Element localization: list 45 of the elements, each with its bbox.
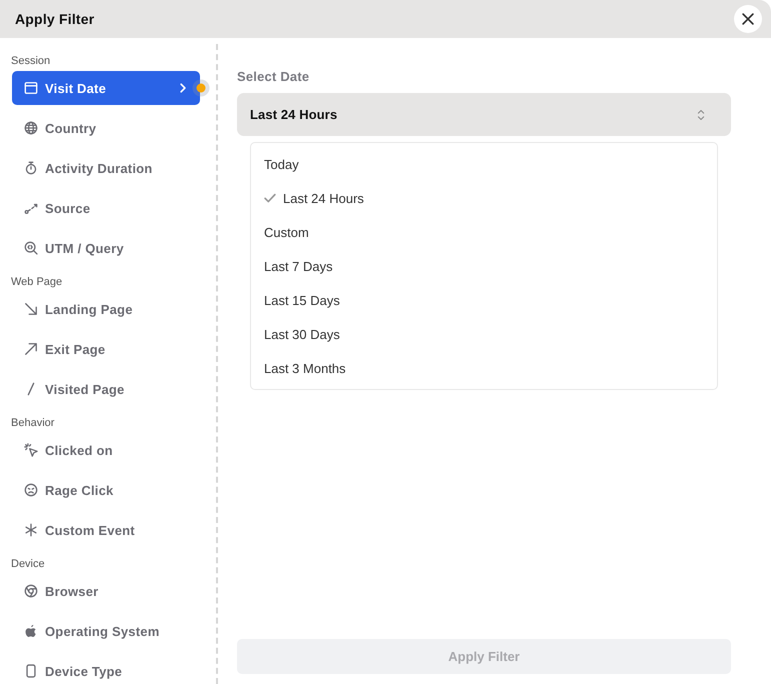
sidebar-item[interactable]: Country: [12, 117, 200, 139]
aperture-icon: [24, 584, 38, 598]
route-icon: [24, 201, 38, 215]
sidebar-item[interactable]: UTM / Query: [12, 237, 200, 259]
phone-icon: [24, 664, 38, 678]
sidebar-item[interactable]: Exit Page: [12, 338, 200, 360]
sidebar-item[interactable]: Operating System: [12, 620, 200, 642]
arrow-down-right-icon: [24, 302, 38, 316]
dropdown-option[interactable]: Today: [251, 147, 717, 181]
date-select[interactable]: Last 24 Hours: [237, 93, 731, 136]
sidebar-item[interactable]: Browser: [12, 580, 200, 602]
apple-icon: [24, 624, 38, 638]
dialog-title: Apply Filter: [15, 11, 94, 27]
calendar-icon: [24, 81, 38, 95]
dropdown-option[interactable]: Last 30 Days: [251, 317, 717, 351]
dropdown-option[interactable]: Last 3 Months: [251, 351, 717, 385]
arrow-up-right-icon: [24, 342, 38, 356]
sidebar-item[interactable]: Source: [12, 197, 200, 219]
sidebar-item[interactable]: Device Type: [12, 660, 200, 682]
sidebar-item[interactable]: Clicked on: [12, 439, 200, 461]
section-label: Device: [10, 557, 46, 571]
sidebar-item[interactable]: Rage Click: [12, 479, 200, 501]
click-sparkle-icon: [24, 443, 38, 457]
magnifier-icon: [24, 241, 38, 255]
chevron-up-down-icon: [695, 108, 707, 120]
asterisk-icon: [24, 523, 38, 537]
section-label: Behavior: [10, 416, 56, 430]
dropdown-option[interactable]: Last 7 Days: [251, 249, 717, 283]
frowning-face-icon: [24, 483, 38, 497]
globe-icon: [24, 121, 38, 135]
sidebar-item[interactable]: Visited Page: [12, 378, 200, 400]
close-icon: [742, 13, 754, 25]
dropdown-option[interactable]: Custom: [251, 215, 717, 249]
sidebar-item[interactable]: Activity Duration: [12, 157, 200, 179]
section-label: Web Page: [10, 275, 64, 289]
section-label: Session: [10, 54, 52, 68]
stopwatch-icon: [24, 161, 38, 175]
sidebar-item[interactable]: Custom Event: [12, 519, 200, 541]
sidebar-item[interactable]: Landing Page: [12, 298, 200, 320]
close-button[interactable]: [734, 5, 762, 33]
chevron-right-icon: [178, 83, 188, 93]
sidebar-item[interactable]: Visit Date: [12, 71, 200, 105]
field-label: Select Date: [237, 69, 310, 85]
dropdown-option[interactable]: Last 24 Hours: [251, 181, 717, 215]
dropdown-option[interactable]: Last 15 Days: [251, 283, 717, 317]
